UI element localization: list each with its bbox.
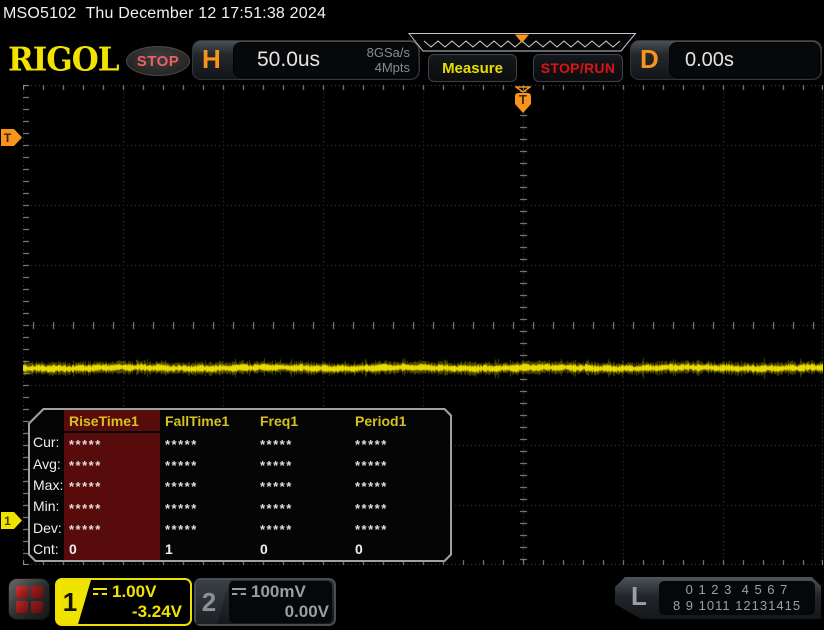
channel2-status-panel[interactable]: 2 100mV 0.00V	[194, 578, 336, 626]
channel1-scale: 1.00V	[112, 582, 156, 602]
channel1-offset-number: 1	[1, 515, 14, 527]
min-period1: *****	[350, 498, 450, 519]
channel1-status-panel[interactable]: 1 1.00V -3.24V	[55, 578, 192, 626]
min-risetime1: *****	[64, 498, 160, 519]
measure-button[interactable]: Measure	[428, 54, 517, 82]
dc-coupling-icon	[232, 588, 246, 595]
channel1-tab: 1	[57, 580, 91, 624]
logic-channels-8-15: 8 9 1011 12131415	[673, 598, 801, 614]
logic-channels-0-7: 0 1 2 3 4 5 6 7	[686, 582, 789, 598]
logic-analyzer-letter: L	[631, 583, 647, 609]
titlebar-model-datetime: MSO5102 Thu December 12 17:51:38 2024	[3, 5, 326, 23]
measurement-table-grid: RiseTime1 FallTime1 Freq1 Period1 Cur: *…	[30, 410, 450, 560]
measurement-column-freq1[interactable]: Freq1	[255, 410, 350, 431]
horizontal-label: H	[202, 46, 221, 72]
row-label-dev: Dev:	[30, 517, 64, 538]
oscilloscope-screen: MSO5102 Thu December 12 17:51:38 2024 RI…	[0, 0, 824, 630]
delay-value: 0.00s	[685, 43, 734, 77]
row-label-min: Min:	[30, 496, 64, 517]
dev-falltime1: *****	[160, 519, 255, 540]
measurement-column-falltime1[interactable]: FallTime1	[160, 410, 255, 431]
max-period1: *****	[350, 476, 450, 497]
channel1-number: 1	[57, 587, 83, 618]
channel2-tab: 2	[196, 580, 230, 624]
max-freq1: *****	[255, 476, 350, 497]
min-falltime1: *****	[160, 498, 255, 519]
channel1-offset: -3.24V	[93, 602, 185, 623]
timebase-value: 50.0us	[257, 43, 320, 77]
cur-falltime1: *****	[160, 433, 255, 454]
menu-button[interactable]	[8, 578, 50, 620]
dev-freq1: *****	[255, 519, 350, 540]
dc-coupling-icon	[93, 588, 107, 595]
cur-period1: *****	[350, 433, 450, 454]
max-risetime1: *****	[64, 476, 160, 497]
cnt-period1: 0	[350, 539, 450, 560]
channel1-offset-marker[interactable]: 1	[1, 512, 22, 529]
trigger-level-letter: T	[1, 132, 14, 144]
channel2-values: 100mV 0.00V	[229, 581, 332, 623]
delay-inner-box: 0.00s	[669, 42, 820, 78]
cur-freq1: *****	[255, 433, 350, 454]
rigol-logo: RIGOL	[8, 41, 119, 79]
max-falltime1: *****	[160, 476, 255, 497]
stop-run-button[interactable]: STOP/RUN	[533, 54, 623, 82]
channel1-values: 1.00V -3.24V	[93, 581, 185, 623]
stop-run-button-label: STOP/RUN	[541, 60, 616, 76]
trigger-level-marker[interactable]: T	[1, 129, 22, 146]
cnt-falltime1: 1	[160, 539, 255, 560]
row-label-cur: Cur:	[30, 431, 64, 452]
row-label-max: Max:	[30, 474, 64, 495]
cnt-freq1: 0	[255, 539, 350, 560]
channel2-scale: 100mV	[251, 582, 306, 602]
avg-period1: *****	[350, 455, 450, 476]
cur-risetime1: *****	[64, 433, 160, 454]
menu-grid-icon	[16, 586, 43, 613]
trigger-position-triangle-icon	[515, 86, 531, 93]
cnt-risetime1: 0	[64, 539, 160, 560]
logic-analyzer-panel[interactable]: L 0 1 2 3 4 5 6 7 8 9 1011 12131415	[615, 577, 821, 619]
measurement-column-risetime1[interactable]: RiseTime1	[64, 410, 160, 431]
dev-period1: *****	[350, 519, 450, 540]
row-label-avg: Avg:	[30, 453, 64, 474]
memory-depth: 4Mpts	[367, 60, 410, 75]
run-state-indicator: STOP	[126, 46, 190, 76]
avg-freq1: *****	[255, 455, 350, 476]
channel2-number: 2	[196, 587, 222, 618]
row-label-cnt: Cnt:	[30, 539, 64, 560]
sample-rate-memory-depth: 8GSa/s 4Mpts	[367, 45, 410, 75]
delay-label: D	[640, 46, 659, 72]
horizontal-inner-box: 50.0us 8GSa/s 4Mpts	[233, 42, 418, 78]
measurement-column-period1[interactable]: Period1	[350, 410, 450, 431]
logic-channel-list: 0 1 2 3 4 5 6 7 8 9 1011 12131415	[659, 581, 815, 615]
measure-button-label: Measure	[442, 60, 503, 77]
dev-risetime1: *****	[64, 519, 160, 540]
memory-waveform-icon	[408, 33, 637, 52]
avg-falltime1: *****	[160, 455, 255, 476]
waveform-position-bar[interactable]	[408, 33, 637, 52]
run-state-label: STOP	[137, 53, 180, 70]
min-freq1: *****	[255, 498, 350, 519]
avg-risetime1: *****	[64, 455, 160, 476]
sample-rate: 8GSa/s	[367, 45, 410, 60]
measurement-table[interactable]: RiseTime1 FallTime1 Freq1 Period1 Cur: *…	[28, 408, 452, 562]
channel2-offset: 0.00V	[232, 602, 332, 623]
delay-settings-panel[interactable]: D 0.00s	[630, 40, 822, 80]
horizontal-settings-panel[interactable]: H 50.0us 8GSa/s 4Mpts	[192, 40, 420, 80]
